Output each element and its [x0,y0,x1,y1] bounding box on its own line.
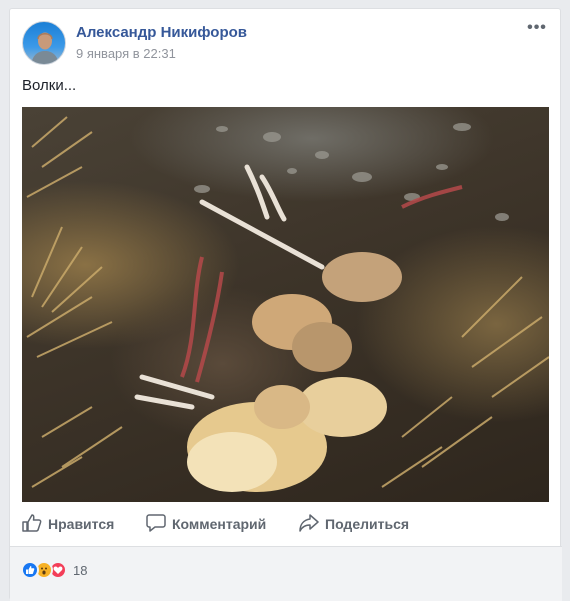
reactions-count: 18 [73,562,88,578]
post-timestamp[interactable]: 9 января в 22:31 [76,46,176,61]
more-options-icon[interactable]: ••• [526,20,548,37]
like-label: Нравится [48,516,115,532]
author-avatar[interactable] [22,21,66,65]
like-icon [21,561,39,579]
comment-icon [146,513,172,535]
post-card: Александр Никифоров 9 января в 22:31 •••… [9,8,562,601]
author-name-link[interactable]: Александр Никифоров [76,24,247,41]
post-photo[interactable] [22,107,549,502]
reactions-bar: 18 [10,546,562,601]
share-icon [299,513,325,535]
share-button[interactable]: Поделиться [299,513,409,535]
share-label: Поделиться [325,516,410,532]
thumbs-up-icon [22,513,48,535]
like-button[interactable]: Нравится [22,513,114,535]
reactions-summary[interactable]: 18 [21,559,87,581]
post-header: Александр Никифоров 9 января в 22:31 ••• [22,20,550,67]
post-text: Волки... [22,77,77,94]
post-actions: Нравится Комментарий Поделиться [22,509,550,539]
comment-label: Комментарий [172,516,267,532]
comment-button[interactable]: Комментарий [146,513,266,535]
